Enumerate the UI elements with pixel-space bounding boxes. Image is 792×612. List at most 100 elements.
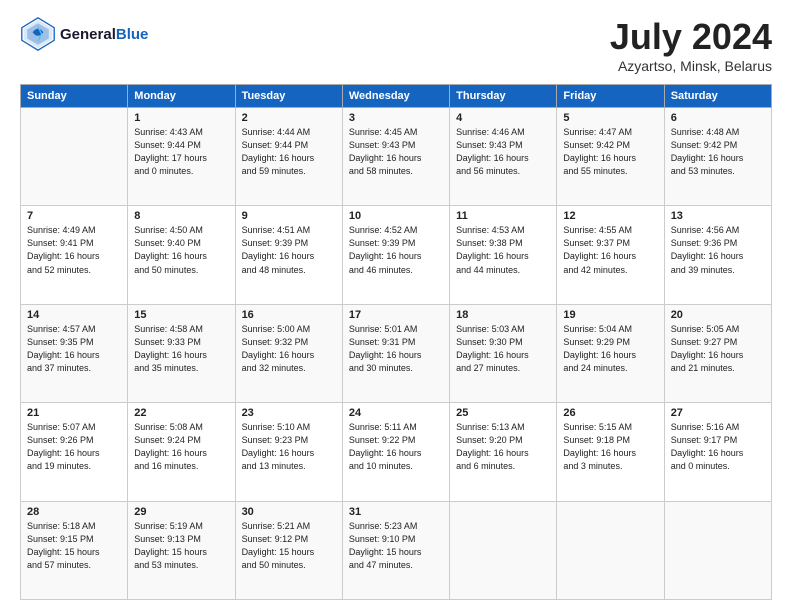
day-cell: 11 Sunrise: 4:53 AM Sunset: 9:38 PM Dayli… xyxy=(450,206,557,304)
day-info: Sunrise: 4:52 AM Sunset: 9:39 PM Dayligh… xyxy=(349,224,443,276)
day-info: Sunrise: 4:56 AM Sunset: 9:36 PM Dayligh… xyxy=(671,224,765,276)
calendar-table: SundayMondayTuesdayWednesdayThursdayFrid… xyxy=(20,84,772,600)
day-number: 29 xyxy=(134,506,228,518)
day-number: 1 xyxy=(134,112,228,124)
day-number: 31 xyxy=(349,506,443,518)
day-cell: 27 Sunrise: 5:16 AM Sunset: 9:17 PM Dayli… xyxy=(664,403,771,501)
day-cell: 16 Sunrise: 5:00 AM Sunset: 9:32 PM Dayli… xyxy=(235,304,342,402)
day-number: 27 xyxy=(671,407,765,419)
day-number: 13 xyxy=(671,210,765,222)
day-info: Sunrise: 5:23 AM Sunset: 9:10 PM Dayligh… xyxy=(349,520,443,572)
day-cell: 23 Sunrise: 5:10 AM Sunset: 9:23 PM Dayli… xyxy=(235,403,342,501)
week-row-1: 1Sunrise: 4:43 AM Sunset: 9:44 PM Daylig… xyxy=(21,108,772,206)
day-info: Sunrise: 5:04 AM Sunset: 9:29 PM Dayligh… xyxy=(563,323,657,375)
day-info: Sunrise: 5:07 AM Sunset: 9:26 PM Dayligh… xyxy=(27,421,121,473)
day-cell: 7 Sunrise: 4:49 AM Sunset: 9:41 PM Daylig… xyxy=(21,206,128,304)
day-info: Sunrise: 4:50 AM Sunset: 9:40 PM Dayligh… xyxy=(134,224,228,276)
day-cell: 30 Sunrise: 5:21 AM Sunset: 9:12 PM Dayli… xyxy=(235,501,342,599)
page: GeneralBlue July 2024 Azyartso, Minsk, B… xyxy=(0,0,792,612)
day-cell: 13 Sunrise: 4:56 AM Sunset: 9:36 PM Dayli… xyxy=(664,206,771,304)
day-cell: 9Sunrise: 4:51 AM Sunset: 9:39 PM Daylig… xyxy=(235,206,342,304)
day-cell: 18Sunrise: 5:03 AM Sunset: 9:30 PM Dayli… xyxy=(450,304,557,402)
day-cell: 8 Sunrise: 4:50 AM Sunset: 9:40 PM Daylig… xyxy=(128,206,235,304)
logo-text: GeneralBlue xyxy=(60,26,148,43)
col-header-monday: Monday xyxy=(128,85,235,108)
day-number: 25 xyxy=(456,407,550,419)
logo: GeneralBlue xyxy=(20,16,148,52)
header: GeneralBlue July 2024 Azyartso, Minsk, B… xyxy=(20,16,772,74)
day-info: Sunrise: 4:49 AM Sunset: 9:41 PM Dayligh… xyxy=(27,224,121,276)
day-cell xyxy=(557,501,664,599)
day-info: Sunrise: 4:47 AM Sunset: 9:42 PM Dayligh… xyxy=(563,126,657,178)
day-cell xyxy=(21,108,128,206)
day-cell: 24 Sunrise: 5:11 AM Sunset: 9:22 PM Dayli… xyxy=(342,403,449,501)
day-cell: 20 Sunrise: 5:05 AM Sunset: 9:27 PM Dayli… xyxy=(664,304,771,402)
day-info: Sunrise: 4:46 AM Sunset: 9:43 PM Dayligh… xyxy=(456,126,550,178)
day-cell: 29 Sunrise: 5:19 AM Sunset: 9:13 PM Dayli… xyxy=(128,501,235,599)
day-number: 11 xyxy=(456,210,550,222)
day-info: Sunrise: 5:21 AM Sunset: 9:12 PM Dayligh… xyxy=(242,520,336,572)
week-row-5: 28 Sunrise: 5:18 AM Sunset: 9:15 PM Dayli… xyxy=(21,501,772,599)
week-row-2: 7 Sunrise: 4:49 AM Sunset: 9:41 PM Daylig… xyxy=(21,206,772,304)
day-info: Sunrise: 5:11 AM Sunset: 9:22 PM Dayligh… xyxy=(349,421,443,473)
day-cell: 12Sunrise: 4:55 AM Sunset: 9:37 PM Dayli… xyxy=(557,206,664,304)
day-cell xyxy=(450,501,557,599)
month-title: July 2024 xyxy=(610,16,772,58)
day-number: 24 xyxy=(349,407,443,419)
day-cell: 31 Sunrise: 5:23 AM Sunset: 9:10 PM Dayli… xyxy=(342,501,449,599)
day-number: 9 xyxy=(242,210,336,222)
day-number: 6 xyxy=(671,112,765,124)
day-cell: 3 Sunrise: 4:45 AM Sunset: 9:43 PM Daylig… xyxy=(342,108,449,206)
day-info: Sunrise: 5:10 AM Sunset: 9:23 PM Dayligh… xyxy=(242,421,336,473)
day-info: Sunrise: 5:16 AM Sunset: 9:17 PM Dayligh… xyxy=(671,421,765,473)
day-info: Sunrise: 5:13 AM Sunset: 9:20 PM Dayligh… xyxy=(456,421,550,473)
day-number: 14 xyxy=(27,309,121,321)
title-section: July 2024 Azyartso, Minsk, Belarus xyxy=(610,16,772,74)
day-cell: 4 Sunrise: 4:46 AM Sunset: 9:43 PM Daylig… xyxy=(450,108,557,206)
day-number: 26 xyxy=(563,407,657,419)
day-info: Sunrise: 5:15 AM Sunset: 9:18 PM Dayligh… xyxy=(563,421,657,473)
day-number: 20 xyxy=(671,309,765,321)
day-cell: 15 Sunrise: 4:58 AM Sunset: 9:33 PM Dayli… xyxy=(128,304,235,402)
day-number: 16 xyxy=(242,309,336,321)
day-number: 30 xyxy=(242,506,336,518)
day-cell: 26 Sunrise: 5:15 AM Sunset: 9:18 PM Dayli… xyxy=(557,403,664,501)
day-info: Sunrise: 5:19 AM Sunset: 9:13 PM Dayligh… xyxy=(134,520,228,572)
day-info: Sunrise: 4:55 AM Sunset: 9:37 PM Dayligh… xyxy=(563,224,657,276)
day-cell: 1Sunrise: 4:43 AM Sunset: 9:44 PM Daylig… xyxy=(128,108,235,206)
day-info: Sunrise: 5:05 AM Sunset: 9:27 PM Dayligh… xyxy=(671,323,765,375)
location: Azyartso, Minsk, Belarus xyxy=(610,58,772,74)
day-info: Sunrise: 5:01 AM Sunset: 9:31 PM Dayligh… xyxy=(349,323,443,375)
day-number: 23 xyxy=(242,407,336,419)
week-row-3: 14 Sunrise: 4:57 AM Sunset: 9:35 PM Dayli… xyxy=(21,304,772,402)
col-header-friday: Friday xyxy=(557,85,664,108)
day-number: 8 xyxy=(134,210,228,222)
day-info: Sunrise: 5:18 AM Sunset: 9:15 PM Dayligh… xyxy=(27,520,121,572)
day-number: 10 xyxy=(349,210,443,222)
day-number: 3 xyxy=(349,112,443,124)
col-header-thursday: Thursday xyxy=(450,85,557,108)
day-number: 15 xyxy=(134,309,228,321)
day-cell: 14 Sunrise: 4:57 AM Sunset: 9:35 PM Dayli… xyxy=(21,304,128,402)
day-info: Sunrise: 4:53 AM Sunset: 9:38 PM Dayligh… xyxy=(456,224,550,276)
col-header-sunday: Sunday xyxy=(21,85,128,108)
day-number: 4 xyxy=(456,112,550,124)
day-number: 7 xyxy=(27,210,121,222)
day-info: Sunrise: 4:58 AM Sunset: 9:33 PM Dayligh… xyxy=(134,323,228,375)
day-cell: 6Sunrise: 4:48 AM Sunset: 9:42 PM Daylig… xyxy=(664,108,771,206)
day-number: 21 xyxy=(27,407,121,419)
day-cell: 5 Sunrise: 4:47 AM Sunset: 9:42 PM Daylig… xyxy=(557,108,664,206)
logo-icon xyxy=(20,16,56,52)
day-info: Sunrise: 4:45 AM Sunset: 9:43 PM Dayligh… xyxy=(349,126,443,178)
day-info: Sunrise: 5:03 AM Sunset: 9:30 PM Dayligh… xyxy=(456,323,550,375)
day-cell: 2Sunrise: 4:44 AM Sunset: 9:44 PM Daylig… xyxy=(235,108,342,206)
day-number: 5 xyxy=(563,112,657,124)
day-info: Sunrise: 5:00 AM Sunset: 9:32 PM Dayligh… xyxy=(242,323,336,375)
day-cell: 21 Sunrise: 5:07 AM Sunset: 9:26 PM Dayli… xyxy=(21,403,128,501)
header-row: SundayMondayTuesdayWednesdayThursdayFrid… xyxy=(21,85,772,108)
day-cell: 25 Sunrise: 5:13 AM Sunset: 9:20 PM Dayli… xyxy=(450,403,557,501)
day-info: Sunrise: 4:57 AM Sunset: 9:35 PM Dayligh… xyxy=(27,323,121,375)
day-number: 28 xyxy=(27,506,121,518)
day-number: 22 xyxy=(134,407,228,419)
day-cell: 28 Sunrise: 5:18 AM Sunset: 9:15 PM Dayli… xyxy=(21,501,128,599)
